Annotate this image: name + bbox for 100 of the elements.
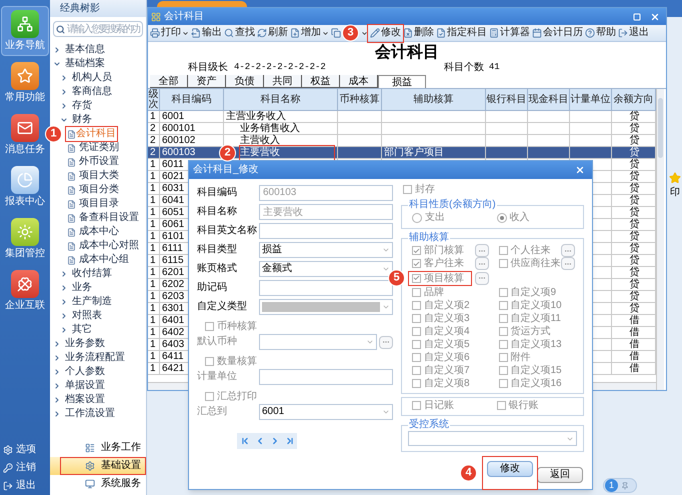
module-item[interactable]: 业务工作 (60, 439, 146, 457)
tree-item[interactable]: 生产制造 (72, 296, 112, 308)
tree-item[interactable]: 单据设置 (65, 380, 105, 392)
shortcut-label[interactable]: 印 (670, 187, 680, 199)
table-cell: 贷 (630, 254, 640, 266)
table-cell: 6201 (162, 266, 184, 278)
tab[interactable]: 资产 (188, 75, 226, 88)
checkbox-label: 封存 (415, 184, 435, 195)
group-title: 受控系统 (408, 419, 450, 431)
table-row[interactable]: 2 600102 主营收入 贷 (148, 135, 656, 147)
dropdown-field[interactable]: 损益 (259, 242, 393, 258)
tree-item[interactable]: 业务流程配置 (65, 352, 125, 364)
tree-item[interactable]: 成本中心对照 (79, 240, 139, 252)
toolbar-button[interactable]: 增加 (289, 26, 330, 40)
table-cell: 贷 (630, 230, 640, 242)
table-cell: 借 (630, 326, 640, 338)
checkbox-label: 自定义项16 (510, 378, 562, 389)
page-number[interactable]: 1 (605, 479, 618, 492)
step-badge: 1 (45, 126, 62, 142)
radio-label: 支出 (425, 212, 445, 224)
toolbar-button[interactable]: 会计日历 (531, 26, 584, 40)
dropdown-field[interactable]: 6001 (259, 404, 393, 420)
tree-item[interactable]: 凭证类别 (79, 142, 119, 154)
toolbar-button[interactable]: 打印 (149, 26, 190, 40)
field-label: 助记码 (197, 282, 228, 294)
tree-item[interactable]: 档案设置 (65, 394, 105, 406)
tab[interactable]: 共同 (264, 75, 302, 88)
tree-item[interactable]: 工作流设置 (65, 408, 115, 420)
tree-item[interactable]: 其它 (72, 324, 92, 336)
tree-item[interactable]: 会计科目 (76, 128, 116, 140)
tree-item[interactable]: 业务 (72, 282, 92, 294)
tree-item[interactable]: 基础档案 (65, 58, 105, 70)
tree-item[interactable]: 外币设置 (79, 156, 119, 168)
table-cell: 1 (150, 242, 156, 254)
table-cell: 贷 (630, 290, 640, 302)
toolbar-button[interactable]: 指定科目 (435, 26, 488, 40)
tree-item[interactable]: 机构人员 (72, 72, 112, 84)
table-cell: 2 (150, 146, 156, 158)
nav-footer-item[interactable]: 注销 (1, 459, 49, 477)
table-cell: 借 (630, 362, 640, 374)
field-label: 自定义类型 (197, 300, 248, 312)
search-field[interactable]: 请输入您要搜索的功 (53, 21, 143, 37)
tree-item[interactable]: 项目大类 (79, 170, 119, 182)
count-label: 科目个数 (444, 62, 484, 73)
table-row[interactable]: 1 6001 主营业务收入 贷 (148, 111, 656, 123)
toolbar-button[interactable]: 计算器 (488, 26, 531, 40)
table-cell: 贷 (630, 110, 640, 122)
dialog-button[interactable]: 修改 (487, 461, 533, 477)
table-cell: 2 (150, 134, 156, 146)
toolbar-button[interactable]: 删除 (402, 26, 435, 40)
nav-item[interactable]: 集团管控 (1, 214, 49, 264)
toolbar-button[interactable]: 帮助 (584, 26, 617, 40)
tree-item[interactable]: 项目目录 (79, 198, 119, 210)
tree-item[interactable]: 成本中心组 (79, 254, 129, 266)
tab[interactable]: 成本 (340, 75, 378, 88)
checkbox-label: 自定义项4 (424, 326, 470, 337)
toolbar-button[interactable]: 退出 (617, 26, 650, 40)
column-header: 币种核算 (338, 89, 382, 110)
toolbar-button[interactable]: 修改 (369, 26, 402, 40)
tree-item[interactable]: 收付结算 (72, 268, 112, 280)
module-item[interactable]: 基础设置 (60, 457, 146, 475)
tree-item[interactable]: 对照表 (72, 310, 102, 322)
tree-item[interactable]: 财务 (72, 114, 92, 126)
tree-item[interactable]: 存货 (72, 100, 92, 112)
table-cell: 1 (150, 338, 156, 350)
tree-item[interactable]: 成本中心 (79, 226, 119, 238)
table-cell: 1 (150, 290, 156, 302)
dialog-button[interactable]: 返回 (537, 467, 583, 483)
toolbar-button[interactable]: 刷新 (256, 26, 289, 40)
dropdown-field[interactable]: 金额式 (259, 260, 393, 276)
tab[interactable]: 全部 (150, 75, 188, 88)
nav-footer-item[interactable]: 退出 (1, 477, 49, 495)
toolbar-button[interactable]: 输出 (190, 26, 223, 40)
tree-item[interactable]: 备查科目设置 (79, 212, 139, 224)
table-row[interactable]: 2 600103 2 主要营收 部门客户项目 贷 (148, 147, 656, 159)
nav-item[interactable]: 常用功能 (1, 58, 49, 108)
tab[interactable]: 损益 (378, 75, 426, 88)
table-cell: 6011 (162, 158, 184, 170)
checkbox-label: 附件 (510, 352, 530, 363)
tree-item[interactable]: 基本信息 (65, 44, 105, 56)
toolbar-button[interactable]: 查找 (223, 26, 256, 40)
tree-item[interactable]: 客商信息 (72, 86, 112, 98)
level-label: 科目级长 (188, 62, 228, 73)
tree-item[interactable]: 业务参数 (65, 338, 105, 350)
column-header: 银行科目 (486, 89, 528, 110)
nav-footer-item[interactable]: 选项 (1, 441, 49, 459)
checkbox-label: 自定义项7 (424, 365, 470, 376)
table-cell: 贷 (630, 122, 640, 134)
tree-item[interactable]: 项目分类 (79, 184, 119, 196)
table-cell: 贷 (630, 278, 640, 290)
table-row[interactable]: 2 600101 业务销售收入 贷 (148, 123, 656, 135)
checkbox-label: 自定义项3 (424, 313, 470, 324)
module-item[interactable]: 系统服务 (60, 475, 146, 493)
nav-item[interactable]: 企业互联 (1, 266, 49, 316)
nav-item[interactable]: 报表中心 (1, 162, 49, 212)
checkbox-label: 自定义项8 (424, 378, 470, 389)
tab[interactable]: 负债 (226, 75, 264, 88)
tab[interactable]: 权益 (302, 75, 340, 88)
tree-item[interactable]: 个人参数 (65, 366, 105, 378)
table-cell: 1 (150, 314, 156, 326)
